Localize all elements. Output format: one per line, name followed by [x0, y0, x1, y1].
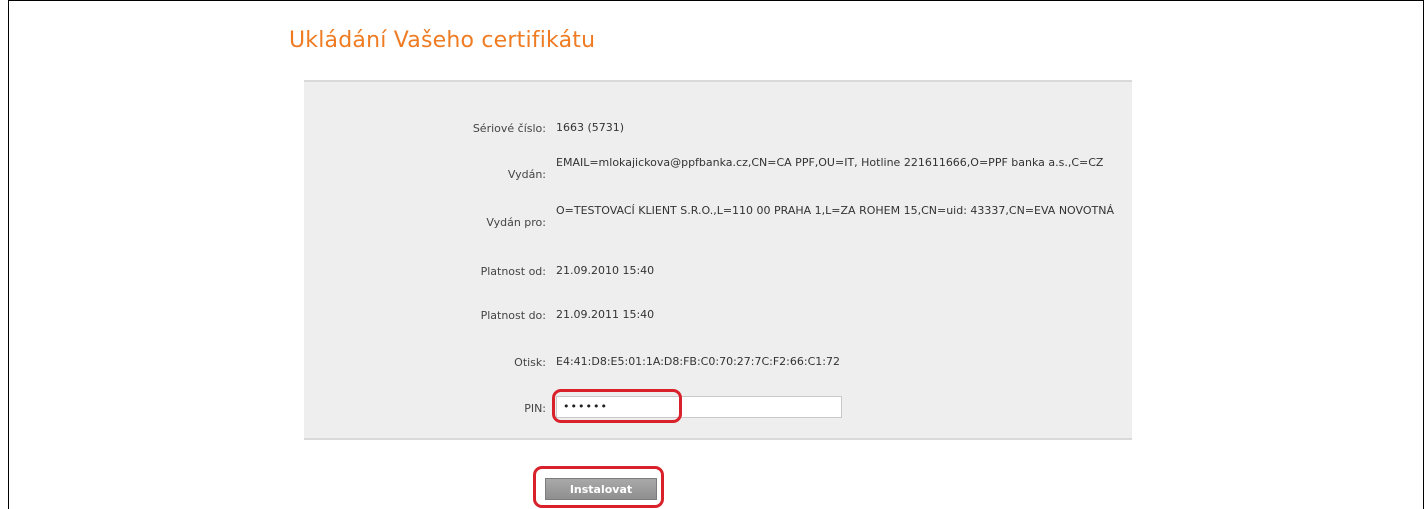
pin-label: PIN: — [524, 402, 546, 415]
valid-from-label: Platnost od: — [480, 265, 546, 278]
valid-to-value: 21.09.2011 15:40 — [556, 308, 655, 321]
serial-value: 1663 (5731) — [556, 121, 625, 134]
fingerprint-label: Otisk: — [514, 356, 546, 369]
issuer-label: Vydán: — [507, 168, 546, 181]
page-title: Ukládání Vašeho certifikátu — [289, 28, 596, 53]
issuer-value: EMAIL=mlokajickova@ppfbanka.cz,CN=CA PPF… — [556, 156, 1104, 169]
pin-highlight-outline — [552, 389, 682, 423]
serial-label: Sériové číslo: — [472, 122, 546, 135]
certificate-details-panel: Sériové číslo: 1663 (5731) Vydán: EMAIL=… — [304, 80, 1132, 440]
install-highlight-outline — [533, 466, 664, 508]
fingerprint-value: E4:41:D8:E5:01:1A:D8:FB:C0:70:27:7C:F2:6… — [556, 355, 840, 368]
valid-to-label: Platnost do: — [480, 309, 546, 322]
valid-from-value: 21.09.2010 15:40 — [556, 264, 655, 277]
subject-label: Vydán pro: — [486, 216, 546, 229]
subject-value: O=TESTOVACÍ KLIENT S.R.O.,L=110 00 PRAHA… — [556, 204, 1114, 217]
